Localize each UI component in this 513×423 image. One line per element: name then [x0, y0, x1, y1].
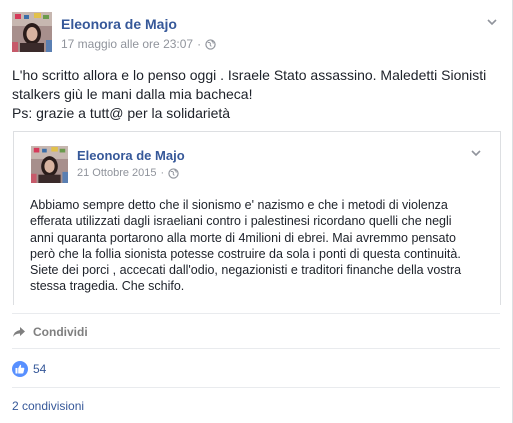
post-timestamp[interactable]: 17 maggio alle ore 23:07: [61, 37, 193, 51]
post-text-line: Ps: grazie a tutt@ per la solidarietà: [12, 105, 231, 121]
shares-count-link[interactable]: 2 condivisioni: [12, 399, 84, 413]
chevron-down-icon[interactable]: [486, 16, 498, 28]
reactions-summary[interactable]: 54: [12, 361, 46, 377]
shared-post-author-name[interactable]: Eleonora de Majo: [77, 148, 185, 163]
share-arrow-icon: [13, 327, 25, 337]
divider: [12, 348, 500, 349]
feed-post: Eleonora de Majo 17 maggio alle ore 23:0…: [0, 0, 513, 423]
shared-text-line: stessa tragedia. Che schifo.: [30, 279, 185, 294]
meta-separator: ·: [160, 167, 165, 179]
chevron-down-icon[interactable]: [470, 147, 482, 159]
post-author-name[interactable]: Eleonora de Majo: [61, 16, 177, 32]
shared-post-date[interactable]: 21 Ottobre 2015: [77, 167, 157, 179]
divider: [12, 387, 500, 388]
globe-icon[interactable]: [205, 38, 216, 50]
post-body: L'ho scritto allora e lo penso oggi . Is…: [12, 66, 502, 123]
divider: [12, 313, 500, 314]
globe-icon[interactable]: [168, 167, 179, 179]
share-button[interactable]: Condividi: [12, 325, 88, 339]
meta-separator: ·: [197, 37, 202, 51]
thumbs-up-icon: [12, 361, 28, 377]
shared-text-line: efferata utilizzati dagli israeliani con…: [30, 214, 452, 229]
shared-post-avatar[interactable]: [31, 146, 68, 183]
post-text-line: stalkers giù le mani dalla mia bacheca!: [12, 86, 253, 102]
shared-post-card[interactable]: Eleonora de Majo 21 Ottobre 2015 · Abbia…: [13, 131, 501, 305]
shared-text-line: Abbiamo sempre detto che il sionismo e' …: [30, 198, 448, 212]
like-count[interactable]: 54: [33, 362, 46, 376]
post-meta: 17 maggio alle ore 23:07 ·: [61, 37, 216, 51]
post-text-line: L'ho scritto allora e lo penso oggi . Is…: [12, 67, 487, 83]
avatar[interactable]: [12, 12, 52, 52]
shared-post-meta: 21 Ottobre 2015 ·: [77, 167, 179, 179]
shared-text-line: però che la follia sionista potesse cost…: [30, 246, 461, 261]
share-label: Condividi: [33, 325, 88, 339]
shared-post-body: Abbiamo sempre detto che il sionismo e' …: [30, 197, 496, 295]
shared-text-line: Siete dei porci , accecati dall'odio, ne…: [30, 263, 462, 278]
shared-text-line: anni quaranta portarono alla morte di 4m…: [30, 230, 456, 245]
